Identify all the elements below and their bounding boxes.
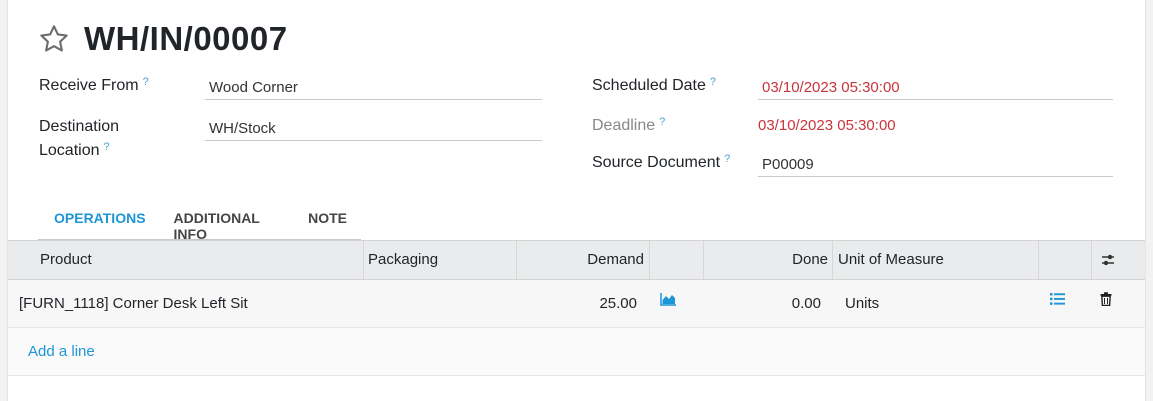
- destination-location-field[interactable]: WH/Stock: [205, 117, 542, 141]
- table-row[interactable]: [FURN_1118] Corner Desk Left Sit 25.00 0…: [8, 280, 1145, 328]
- notebook-tabs: OPERATIONS ADDITIONAL INFO NOTE: [38, 203, 361, 242]
- help-icon[interactable]: ?: [143, 76, 149, 88]
- tab-operations[interactable]: OPERATIONS: [38, 203, 160, 239]
- star-outline-icon[interactable]: [38, 23, 70, 55]
- operations-table: Product Packaging Demand Done Unit of Me…: [8, 240, 1145, 376]
- sliders-icon[interactable]: [1100, 252, 1116, 268]
- deadline-value: 03/10/2023 05:30:00: [758, 117, 896, 134]
- done-cell[interactable]: 0.00: [704, 280, 821, 327]
- list-icon[interactable]: [1050, 293, 1065, 305]
- column-product[interactable]: Product: [40, 241, 92, 279]
- source-document-field[interactable]: P00009: [758, 153, 1113, 177]
- title-row: WH/IN/00007: [38, 20, 288, 58]
- help-icon[interactable]: ?: [104, 141, 110, 153]
- tab-note[interactable]: NOTE: [294, 203, 361, 239]
- help-icon[interactable]: ?: [724, 153, 730, 165]
- uom-cell[interactable]: Units: [845, 280, 879, 327]
- area-chart-icon[interactable]: [660, 292, 677, 306]
- record-title: WH/IN/00007: [84, 20, 288, 57]
- table-header: Product Packaging Demand Done Unit of Me…: [8, 240, 1145, 280]
- receive-from-label: Receive From?: [39, 76, 149, 94]
- tab-additional-info[interactable]: ADDITIONAL INFO: [160, 203, 295, 242]
- column-packaging[interactable]: Packaging: [368, 241, 438, 279]
- add-line-row: Add a line: [8, 328, 1145, 376]
- scheduled-date-label: Scheduled Date?: [592, 76, 716, 94]
- column-demand[interactable]: Demand: [517, 241, 644, 279]
- destination-location-label: Destination Location?: [39, 118, 120, 159]
- receive-from-field[interactable]: Wood Corner: [205, 76, 542, 100]
- column-done[interactable]: Done: [704, 241, 828, 279]
- scheduled-date-field[interactable]: 03/10/2023 05:30:00: [758, 76, 1113, 100]
- add-line-link[interactable]: Add a line: [28, 328, 95, 375]
- help-icon[interactable]: ?: [710, 76, 716, 88]
- help-icon[interactable]: ?: [659, 116, 665, 128]
- form-sheet: WH/IN/00007 Receive From? Wood Corner De…: [7, 0, 1146, 401]
- trash-icon[interactable]: [1100, 292, 1112, 306]
- product-cell[interactable]: [FURN_1118] Corner Desk Left Sit: [19, 280, 248, 327]
- source-document-label: Source Document?: [592, 153, 731, 171]
- deadline-label: Deadline?: [592, 116, 666, 134]
- column-unit-of-measure[interactable]: Unit of Measure: [838, 241, 944, 279]
- demand-cell[interactable]: 25.00: [517, 280, 637, 327]
